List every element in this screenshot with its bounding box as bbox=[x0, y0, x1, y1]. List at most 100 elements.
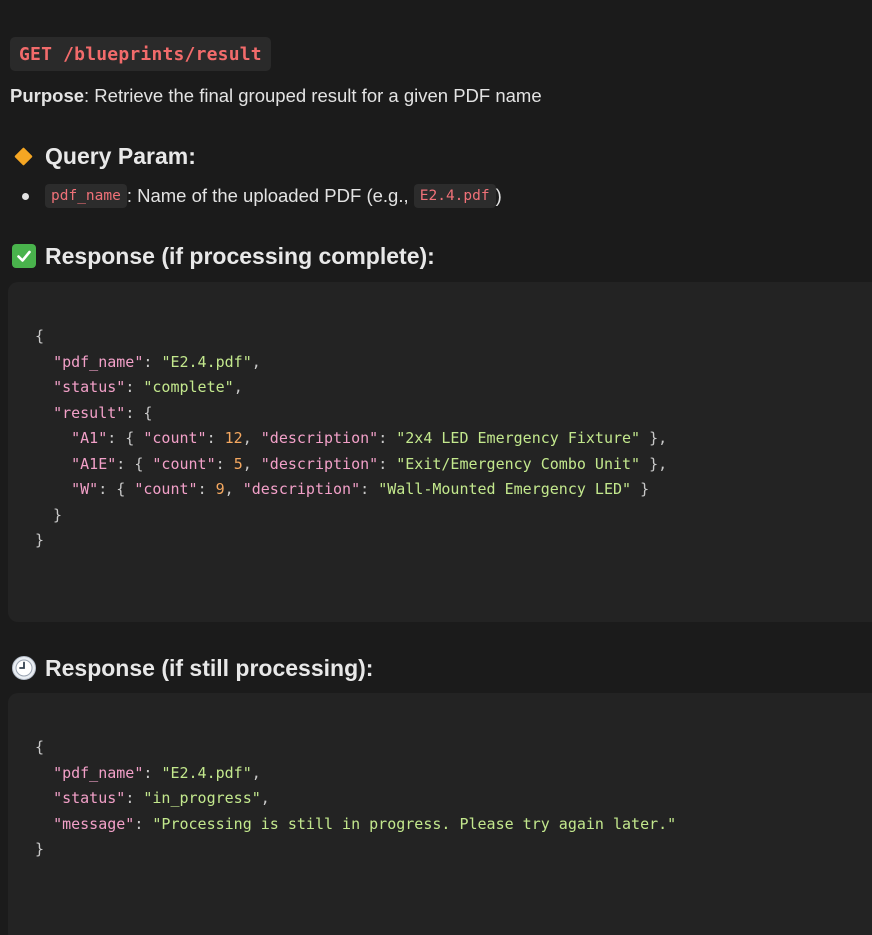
code-progress-content: { "pdf_name": "E2.4.pdf", "status": "in_… bbox=[35, 735, 872, 863]
response-progress-heading-text: Response (if still processing): bbox=[45, 655, 374, 681]
code-token: 9 bbox=[215, 480, 225, 498]
code-token: : bbox=[143, 763, 162, 782]
code-token: "count" bbox=[134, 480, 198, 498]
code-token: "complete" bbox=[143, 378, 234, 396]
code-line: } bbox=[35, 506, 62, 524]
code-token: "status" bbox=[53, 378, 126, 396]
code-token: "Exit/Emergency Combo Unit" bbox=[396, 454, 641, 473]
code-block-progress[interactable]: { "pdf_name": "E2.4.pdf", "status": "in_… bbox=[8, 693, 872, 935]
purpose-line: Purpose: Retrieve the final grouped resu… bbox=[10, 84, 542, 108]
code-token: : bbox=[206, 429, 225, 447]
code-line: "W": { "count": 9, "description": "Wall-… bbox=[35, 480, 649, 498]
code-token: }, bbox=[640, 454, 668, 473]
code-line: { bbox=[35, 327, 44, 345]
check-mark-icon bbox=[12, 244, 36, 268]
response-complete-heading-text: Response (if processing complete): bbox=[45, 243, 435, 269]
code-token: : { bbox=[116, 454, 153, 473]
param-example-code: E2.4.pdf bbox=[413, 184, 496, 208]
code-token: "W" bbox=[71, 480, 99, 498]
purpose-text: : Retrieve the final grouped result for … bbox=[84, 85, 542, 106]
code-complete-content: { "pdf_name": "E2.4.pdf", "status": "com… bbox=[35, 324, 872, 554]
bullet-dot-icon bbox=[22, 192, 29, 200]
param-close-paren: ) bbox=[495, 185, 502, 206]
code-line: "result": { bbox=[35, 404, 152, 422]
code-line: "A1": { "count": 12, "description": "2x4… bbox=[35, 429, 667, 447]
code-token: { bbox=[35, 738, 45, 756]
code-line: "message": "Processing is still in progr… bbox=[35, 815, 676, 833]
code-token: : { bbox=[107, 429, 144, 447]
code-token: "count" bbox=[143, 429, 207, 447]
code-token: { bbox=[35, 327, 45, 345]
code-token: , bbox=[251, 763, 261, 782]
code-token: "message" bbox=[53, 814, 135, 833]
code-token: "description" bbox=[260, 429, 379, 447]
code-token: "pdf_name" bbox=[53, 352, 144, 371]
query-param-heading: Query Param: bbox=[12, 141, 196, 171]
code-token: } bbox=[35, 840, 45, 858]
code-token: : bbox=[378, 429, 397, 447]
code-token: 12 bbox=[224, 429, 243, 447]
code-token: } bbox=[35, 505, 63, 524]
code-line: "status": "in_progress", bbox=[35, 789, 270, 807]
code-token: , bbox=[233, 378, 243, 396]
code-token: } bbox=[35, 531, 45, 549]
endpoint-badge: GET /blueprints/result bbox=[10, 37, 271, 71]
code-token: : { bbox=[125, 403, 153, 422]
code-token: "E2.4.pdf" bbox=[161, 763, 252, 782]
response-progress-heading: Response (if still processing): bbox=[12, 653, 373, 683]
code-token: : { bbox=[98, 480, 135, 498]
param-name-code: pdf_name bbox=[45, 184, 127, 208]
code-token: "in_progress" bbox=[143, 789, 261, 807]
code-block-complete[interactable]: { "pdf_name": "E2.4.pdf", "status": "com… bbox=[8, 282, 872, 622]
code-token: , bbox=[224, 480, 243, 498]
code-line: "pdf_name": "E2.4.pdf", bbox=[35, 353, 261, 371]
code-token: , bbox=[260, 789, 270, 807]
code-token: , bbox=[251, 352, 261, 371]
code-token: }, bbox=[640, 429, 668, 447]
code-line: "status": "complete", bbox=[35, 378, 243, 396]
code-token: "Wall-Mounted Emergency LED" bbox=[378, 480, 632, 498]
endpoint-label: GET /blueprints/result bbox=[19, 43, 262, 65]
code-token: : bbox=[378, 454, 397, 473]
code-token: "A1E" bbox=[71, 454, 117, 473]
code-token: "pdf_name" bbox=[53, 763, 144, 782]
code-token: "2x4 LED Emergency Fixture" bbox=[396, 429, 641, 447]
response-complete-heading: Response (if processing complete): bbox=[12, 241, 435, 271]
code-line: } bbox=[35, 531, 44, 549]
code-token: "E2.4.pdf" bbox=[161, 352, 252, 371]
code-token: "Processing is still in progress. Please… bbox=[152, 814, 677, 833]
code-token: : bbox=[125, 789, 144, 807]
code-token: "status" bbox=[53, 789, 126, 807]
orange-diamond-icon bbox=[14, 146, 33, 166]
purpose-label: Purpose bbox=[10, 85, 85, 106]
query-param-item: pdf_name : Name of the uploaded PDF (e.g… bbox=[22, 182, 502, 210]
code-token: , bbox=[242, 429, 261, 447]
code-line: { bbox=[35, 738, 44, 756]
code-token: "description" bbox=[242, 480, 361, 498]
code-token: "count" bbox=[152, 454, 216, 473]
code-token: : bbox=[360, 480, 379, 498]
query-param-heading-text: Query Param: bbox=[45, 143, 196, 169]
code-token: : bbox=[143, 352, 162, 371]
code-token: : bbox=[197, 480, 216, 498]
code-token: "description" bbox=[260, 454, 379, 473]
code-line: "pdf_name": "E2.4.pdf", bbox=[35, 764, 261, 782]
code-token: "A1" bbox=[71, 429, 108, 447]
code-token: : bbox=[215, 454, 234, 473]
code-token: } bbox=[631, 480, 650, 498]
code-token: "result" bbox=[53, 403, 126, 422]
code-line: "A1E": { "count": 5, "description": "Exi… bbox=[35, 455, 667, 473]
code-token: , bbox=[242, 454, 261, 473]
clock-icon bbox=[12, 656, 36, 680]
param-description: : Name of the uploaded PDF (e.g., bbox=[126, 185, 414, 206]
code-token: : bbox=[134, 814, 153, 833]
